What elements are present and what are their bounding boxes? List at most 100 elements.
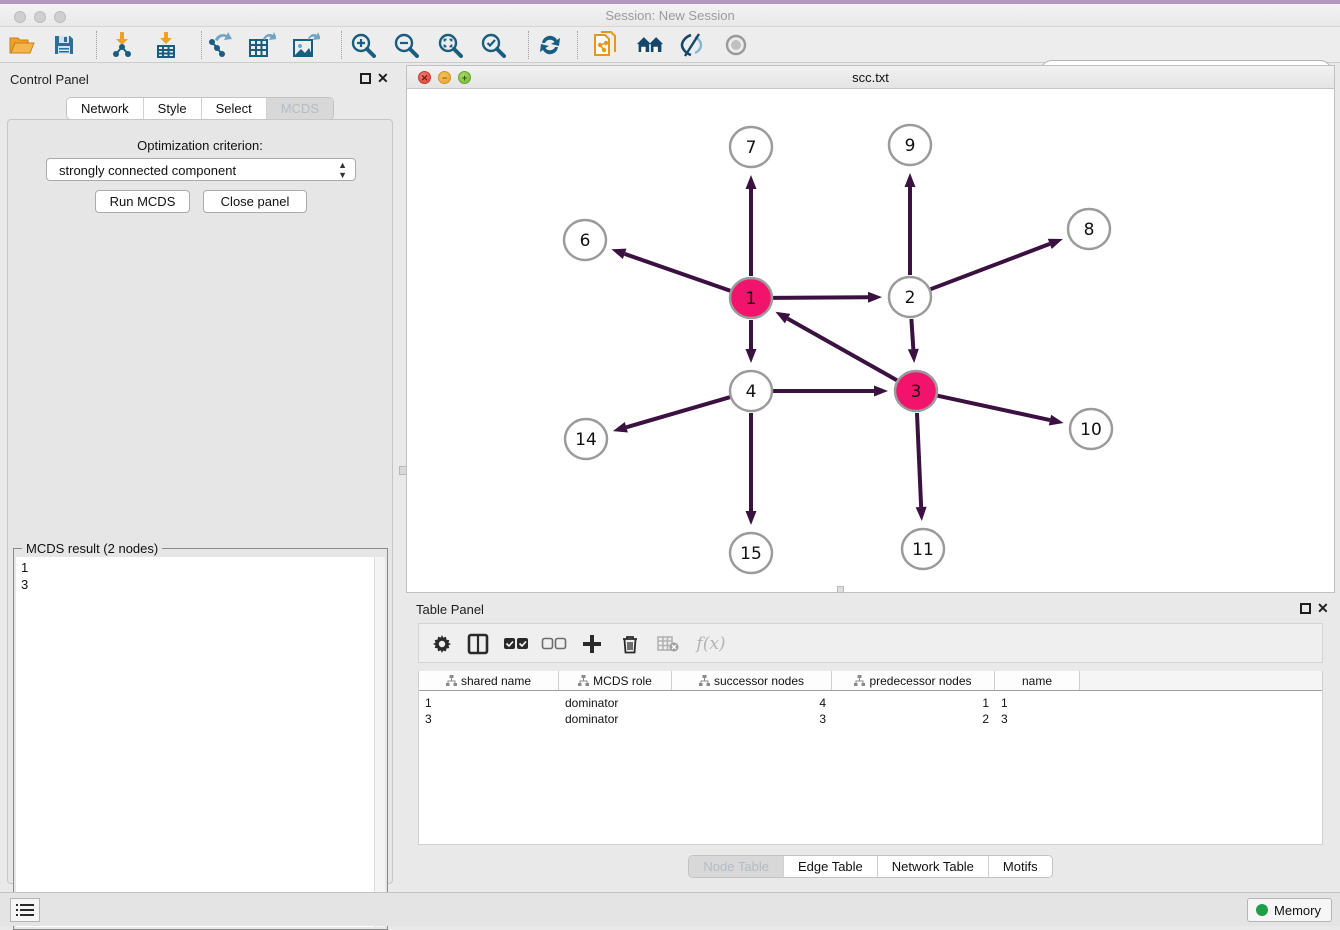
edge-arrowhead — [868, 292, 882, 303]
table-toolbar: f(x) — [418, 623, 1323, 663]
mcds-result-scrollbar[interactable] — [374, 557, 385, 927]
session-title: Session: New Session — [0, 8, 1340, 23]
edge-arrowhead — [611, 249, 626, 259]
task-history-button[interactable] — [10, 898, 40, 922]
edge-2-8[interactable] — [931, 244, 1050, 289]
column-header-name[interactable]: name — [995, 671, 1080, 690]
select-all-checkboxes-icon[interactable] — [503, 631, 529, 657]
import-table-icon[interactable] — [152, 32, 180, 58]
table-row[interactable]: 3dominator323 — [419, 711, 1322, 727]
import-network-icon[interactable] — [108, 32, 136, 58]
column-header-MCDS-role[interactable]: MCDS role — [559, 671, 672, 690]
table-cell[interactable]: 1 — [995, 695, 1080, 711]
mcds-result-title: MCDS result (2 nodes) — [22, 541, 162, 556]
memory-button[interactable]: Memory — [1247, 898, 1332, 922]
zoom-out-icon[interactable] — [392, 32, 420, 58]
deselect-all-checkboxes-icon[interactable] — [541, 631, 567, 657]
column-header-successor-nodes[interactable]: successor nodes — [672, 671, 832, 690]
table-cell[interactable]: 1 — [832, 695, 995, 711]
settings-gear-icon[interactable] — [429, 631, 455, 657]
edge-4-14[interactable] — [626, 397, 730, 427]
add-column-icon[interactable] — [579, 631, 605, 657]
graphics-details-icon[interactable] — [678, 32, 706, 58]
edge-arrowhead — [874, 386, 888, 397]
table-cell[interactable]: 2 — [832, 711, 995, 727]
edge-arrowhead — [905, 173, 916, 187]
close-panel-icon[interactable]: ✕ — [377, 71, 389, 85]
column-tree-icon — [578, 675, 589, 686]
tab-node-table[interactable]: Node Table — [689, 856, 784, 877]
tab-network-table[interactable]: Network Table — [878, 856, 989, 877]
graph-node-label: 10 — [1080, 420, 1102, 440]
export-table-icon[interactable] — [248, 32, 276, 58]
float-panel-icon[interactable] — [360, 73, 371, 84]
tab-mcds[interactable]: MCDS — [267, 98, 333, 119]
tab-select[interactable]: Select — [202, 98, 267, 119]
list-icon — [16, 903, 34, 917]
mcds-panel-body: Optimization criterion: strongly connect… — [7, 119, 393, 884]
clone-network-icon[interactable] — [592, 32, 620, 58]
horizontal-splitter-handle[interactable] — [837, 586, 844, 593]
home-layout-icon[interactable] — [636, 32, 664, 58]
run-mcds-button[interactable]: Run MCDS — [95, 190, 190, 213]
toolbar-separator — [341, 31, 342, 59]
table-header-row: shared nameMCDS rolesuccessor nodesprede… — [419, 671, 1322, 691]
open-session-icon[interactable] — [8, 32, 36, 58]
edge-arrowhead — [1048, 239, 1063, 249]
table-cell[interactable]: 1 — [419, 695, 559, 711]
float-table-panel-icon[interactable] — [1300, 603, 1311, 614]
column-visibility-icon[interactable] — [465, 631, 491, 657]
table-row[interactable]: 1dominator411 — [419, 695, 1322, 711]
edge-1-6[interactable] — [625, 254, 731, 291]
edge-1-2[interactable] — [773, 297, 868, 298]
export-image-icon[interactable] — [292, 32, 320, 58]
toolbar-separator — [577, 31, 578, 59]
network-canvas[interactable]: 7968124314101511 — [407, 89, 1334, 592]
table-cell[interactable]: dominator — [559, 695, 672, 711]
tab-edge-table[interactable]: Edge Table — [784, 856, 878, 877]
edge-2-3[interactable] — [911, 319, 913, 349]
table-cell[interactable]: 3 — [672, 711, 832, 727]
zoom-selected-icon[interactable] — [479, 32, 507, 58]
close-table-panel-icon[interactable]: ✕ — [1317, 601, 1329, 615]
graph-node-label: 6 — [580, 231, 591, 251]
refresh-layout-icon[interactable] — [536, 32, 564, 58]
edge-arrowhead — [1049, 415, 1064, 426]
mcds-result-box: MCDS result (2 nodes) 13 — [13, 548, 388, 930]
network-graph: 7968124314101511 — [407, 89, 1334, 592]
graph-node-label: 9 — [905, 136, 916, 156]
tab-network[interactable]: Network — [67, 98, 144, 119]
export-network-icon[interactable] — [206, 32, 234, 58]
zoom-in-icon[interactable] — [349, 32, 377, 58]
column-tree-icon — [854, 675, 865, 686]
save-session-icon[interactable] — [50, 32, 78, 58]
function-builder-icon: f(x) — [691, 631, 731, 657]
main-titlebar: Session: New Session — [0, 4, 1340, 27]
table-panel-header: Table Panel ✕ — [406, 595, 1335, 623]
edge-3-11[interactable] — [917, 413, 921, 507]
column-header-predecessor-nodes[interactable]: predecessor nodes — [832, 671, 995, 690]
close-panel-button[interactable]: Close panel — [203, 190, 307, 213]
table-cell[interactable]: 3 — [995, 711, 1080, 727]
column-header-shared-name[interactable]: shared name — [419, 671, 559, 690]
table-cell[interactable]: 3 — [419, 711, 559, 727]
tab-style[interactable]: Style — [144, 98, 202, 119]
column-tree-icon — [446, 675, 457, 686]
table-cell[interactable]: 4 — [672, 695, 832, 711]
birdseye-view-icon[interactable] — [722, 32, 750, 58]
control-panel-header: Control Panel ✕ — [0, 65, 400, 93]
edge-3-10[interactable] — [937, 396, 1049, 420]
delete-column-icon[interactable] — [617, 631, 643, 657]
network-window-titlebar[interactable]: ✕ − + scc.txt — [407, 66, 1334, 89]
table-cell[interactable]: dominator — [559, 711, 672, 727]
zoom-fit-icon[interactable] — [436, 32, 464, 58]
toolbar-separator — [528, 31, 529, 59]
graph-node-label: 8 — [1084, 220, 1095, 240]
delete-table-icon — [655, 631, 681, 657]
graph-node-label: 11 — [912, 540, 934, 560]
edge-3-1[interactable] — [788, 319, 897, 381]
tab-motifs[interactable]: Motifs — [989, 856, 1052, 877]
mcds-result-text[interactable]: 13 — [16, 557, 374, 927]
node-table[interactable]: shared nameMCDS rolesuccessor nodesprede… — [418, 671, 1323, 845]
optimization-criterion-dropdown[interactable]: strongly connected component ▲▼ — [46, 158, 356, 181]
